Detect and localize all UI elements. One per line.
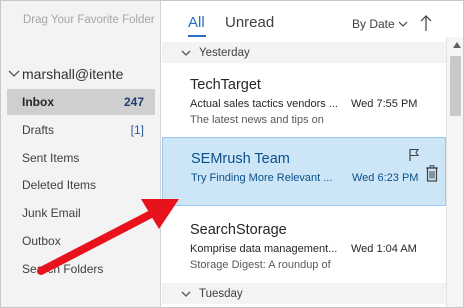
chevron-down-icon[interactable] (7, 67, 21, 81)
flag-icon[interactable] (407, 148, 421, 162)
folder-label: Search Folders (22, 262, 104, 276)
tab-unread[interactable]: Unread (225, 14, 274, 31)
folder-junk-email[interactable]: Junk Email (7, 200, 155, 226)
message-preview: The latest news and tips on (190, 114, 324, 126)
group-header-tuesday[interactable]: Tuesday (162, 283, 446, 304)
chevron-down-icon (181, 50, 191, 56)
folder-label: Outbox (22, 234, 61, 248)
group-label: Tuesday (199, 287, 243, 300)
message-list-pane: All Unread By Date Yesterday TechTarget … (162, 1, 446, 307)
folder-drafts[interactable]: Drafts [1] (7, 117, 155, 143)
folder-search-folders[interactable]: Search Folders (7, 256, 155, 282)
group-header-yesterday[interactable]: Yesterday (162, 42, 446, 63)
message-sender: SEMrush Team (191, 151, 290, 167)
folder-label: Sent Items (22, 151, 80, 165)
folder-label: Drafts (22, 123, 55, 137)
group-label: Yesterday (199, 46, 250, 59)
message-preview: Storage Digest: A roundup of (190, 259, 331, 271)
mail-window: Drag Your Favorite Folder marshall@itent… (0, 0, 464, 308)
chevron-down-icon (398, 21, 408, 27)
scrollbar-thumb[interactable] (450, 56, 461, 116)
triangle-up-icon[interactable] (452, 41, 462, 49)
tab-all[interactable]: All (188, 14, 205, 31)
active-tab-indicator (188, 35, 206, 37)
arrow-up-icon[interactable] (419, 14, 433, 32)
folder-deleted-items[interactable]: Deleted Items (7, 172, 155, 198)
message-item[interactable]: SearchStorage Komprise data management..… (162, 209, 446, 278)
message-time: Wed 7:55 PM (351, 98, 418, 110)
message-list-scrollbar[interactable] (446, 37, 463, 307)
trash-icon[interactable] (425, 165, 439, 182)
message-sender: SearchStorage (190, 222, 287, 238)
message-subject: Komprise data management... (190, 243, 338, 255)
message-subject: Try Finding More Relevant ... (191, 172, 333, 184)
message-sender: TechTarget (190, 77, 261, 93)
account-header[interactable]: marshall@itente (7, 65, 160, 83)
message-item-selected[interactable]: SEMrush Team Try Finding More Relevant .… (162, 137, 446, 206)
unread-count: 247 (123, 95, 144, 109)
folder-pane: Drag Your Favorite Folder marshall@itent… (1, 1, 161, 307)
message-time: Wed 6:23 PM (352, 172, 419, 184)
sort-label: By Date (352, 17, 395, 31)
folder-inbox[interactable]: Inbox 247 (7, 89, 155, 115)
folder-outbox[interactable]: Outbox (7, 228, 155, 254)
folder-label: Junk Email (22, 206, 81, 220)
folder-label: Inbox (22, 95, 54, 109)
message-item[interactable]: TechTarget Actual sales tactics vendors … (162, 64, 446, 133)
chevron-down-icon (181, 291, 191, 297)
favorites-drop-hint: Drag Your Favorite Folder (23, 14, 155, 26)
message-time: Wed 1:04 AM (351, 243, 417, 255)
folder-sent-items[interactable]: Sent Items (7, 145, 155, 171)
account-name: marshall@itente (22, 66, 124, 82)
sort-by-dropdown[interactable]: By Date (352, 17, 408, 31)
draft-count: [1] (130, 123, 144, 137)
message-subject: Actual sales tactics vendors ... (190, 98, 338, 110)
folder-label: Deleted Items (22, 178, 97, 192)
